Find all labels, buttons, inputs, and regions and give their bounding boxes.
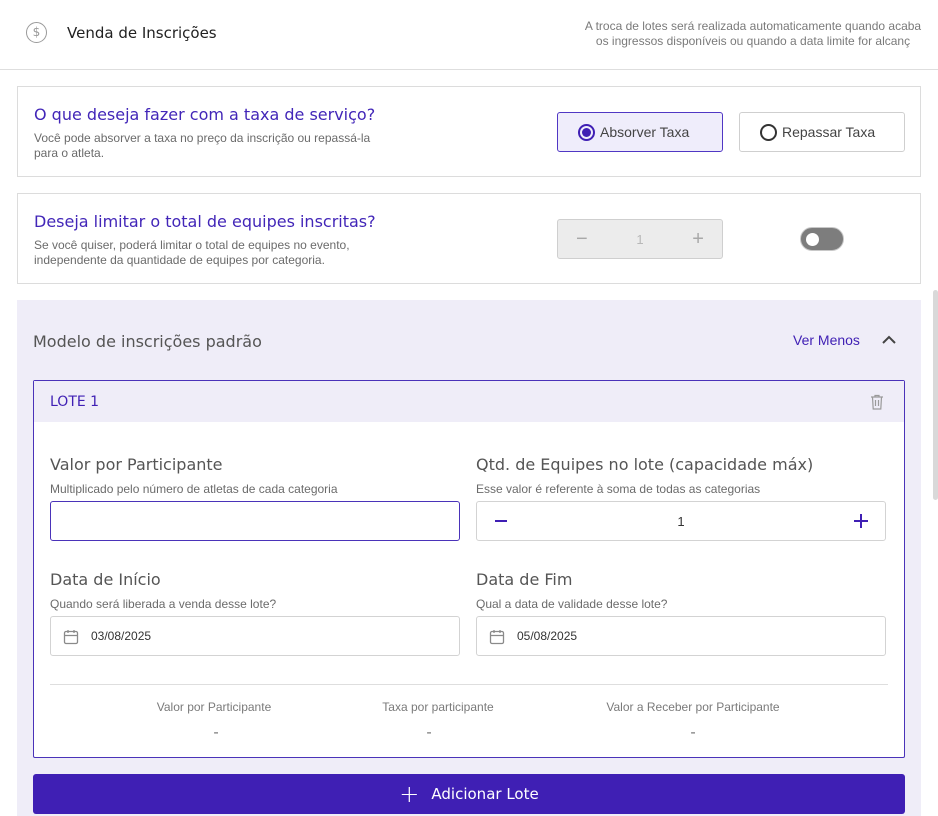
- lot-title: LOTE 1: [50, 394, 100, 410]
- price-input[interactable]: [50, 501, 460, 541]
- end-date-input[interactable]: 05/08/2025: [476, 616, 886, 656]
- end-date-value: 05/08/2025: [517, 629, 578, 643]
- add-lot-button[interactable]: + Adicionar Lote: [33, 774, 905, 814]
- notice-line-1: A troca de lotes será realizada automati…: [584, 19, 922, 33]
- capacity-hint: Esse valor é referente à soma de todas a…: [476, 482, 761, 496]
- radio-selected-icon: [578, 123, 595, 141]
- team-limit-description: Se você quiser, poderá limitar o total d…: [34, 238, 350, 267]
- service-fee-description: Você pode absorver a taxa no preço da in…: [34, 131, 371, 160]
- team-limit-card: Deseja limitar o total de equipes inscri…: [17, 193, 921, 284]
- default-registration-model: Modelo de inscrições padrão Ver Menos LO…: [17, 300, 921, 816]
- team-limit-question: Deseja limitar o total de equipes inscri…: [34, 212, 376, 231]
- calendar-icon: [63, 630, 79, 645]
- end-date-hint: Qual a data de validade desse lote?: [476, 597, 668, 611]
- service-fee-card: O que deseja fazer com a taxa de serviço…: [17, 86, 921, 177]
- pass-fee-label: Repassar Taxa: [782, 124, 876, 140]
- scrollbar[interactable]: [933, 290, 938, 500]
- team-limit-value: 1: [636, 231, 644, 247]
- dollar-circle-icon: $: [26, 22, 47, 43]
- start-date-value: 03/08/2025: [91, 629, 152, 643]
- lot-card: LOTE 1 Valor por Participante Multiplica…: [33, 380, 905, 758]
- plus-icon: +: [692, 227, 704, 250]
- team-limit-toggle[interactable]: [800, 227, 844, 251]
- start-date-hint: Quando será liberada a venda desse lote?: [50, 597, 277, 611]
- section-header: $ Venda de Inscrições A troca de lotes s…: [0, 0, 938, 70]
- pass-fee-option[interactable]: Repassar Taxa: [739, 112, 905, 152]
- section-title: Venda de Inscrições: [67, 24, 217, 42]
- service-fee-question: O que deseja fazer com a taxa de serviço…: [34, 105, 376, 124]
- start-date-input[interactable]: 03/08/2025: [50, 616, 460, 656]
- show-less-link[interactable]: Ver Menos: [793, 332, 860, 348]
- lot-switch-notice: A troca de lotes será realizada automati…: [568, 19, 938, 49]
- capacity-value: 1: [677, 514, 685, 529]
- summary-divider: [50, 684, 888, 685]
- summary-net-label: Valor a Receber por Participante: [606, 700, 780, 714]
- capacity-label: Qtd. de Equipes no lote (capacidade máx): [476, 455, 814, 474]
- absorb-fee-label: Absorver Taxa: [600, 124, 690, 140]
- radio-unselected-icon: [760, 123, 777, 141]
- calendar-icon: [489, 630, 505, 645]
- end-date-label: Data de Fim: [476, 570, 573, 589]
- summary-price-value: -: [213, 724, 219, 741]
- add-lot-label: Adicionar Lote: [431, 785, 539, 803]
- summary-fee-label: Taxa por participante: [382, 700, 494, 714]
- minus-icon[interactable]: [490, 510, 512, 532]
- price-label: Valor por Participante: [50, 455, 223, 474]
- lot-header: LOTE 1: [34, 381, 904, 422]
- trash-icon[interactable]: [870, 394, 884, 410]
- minus-icon: −: [576, 227, 588, 250]
- summary-fee-value: -: [426, 724, 432, 741]
- summary-net-value: -: [690, 724, 696, 741]
- absorb-fee-option[interactable]: Absorver Taxa: [557, 112, 723, 152]
- team-limit-stepper: − 1 +: [557, 219, 723, 259]
- summary-price-label: Valor por Participante: [156, 700, 272, 714]
- start-date-label: Data de Início: [50, 570, 161, 589]
- capacity-stepper: 1: [476, 501, 886, 541]
- chevron-up-icon[interactable]: [879, 330, 899, 350]
- notice-line-2: os ingressos disponíveis ou quando a dat…: [595, 34, 911, 48]
- plus-icon: +: [399, 780, 420, 808]
- model-title: Modelo de inscrições padrão: [33, 332, 262, 351]
- price-hint: Multiplicado pelo número de atletas de c…: [50, 482, 338, 496]
- plus-icon[interactable]: [850, 510, 872, 532]
